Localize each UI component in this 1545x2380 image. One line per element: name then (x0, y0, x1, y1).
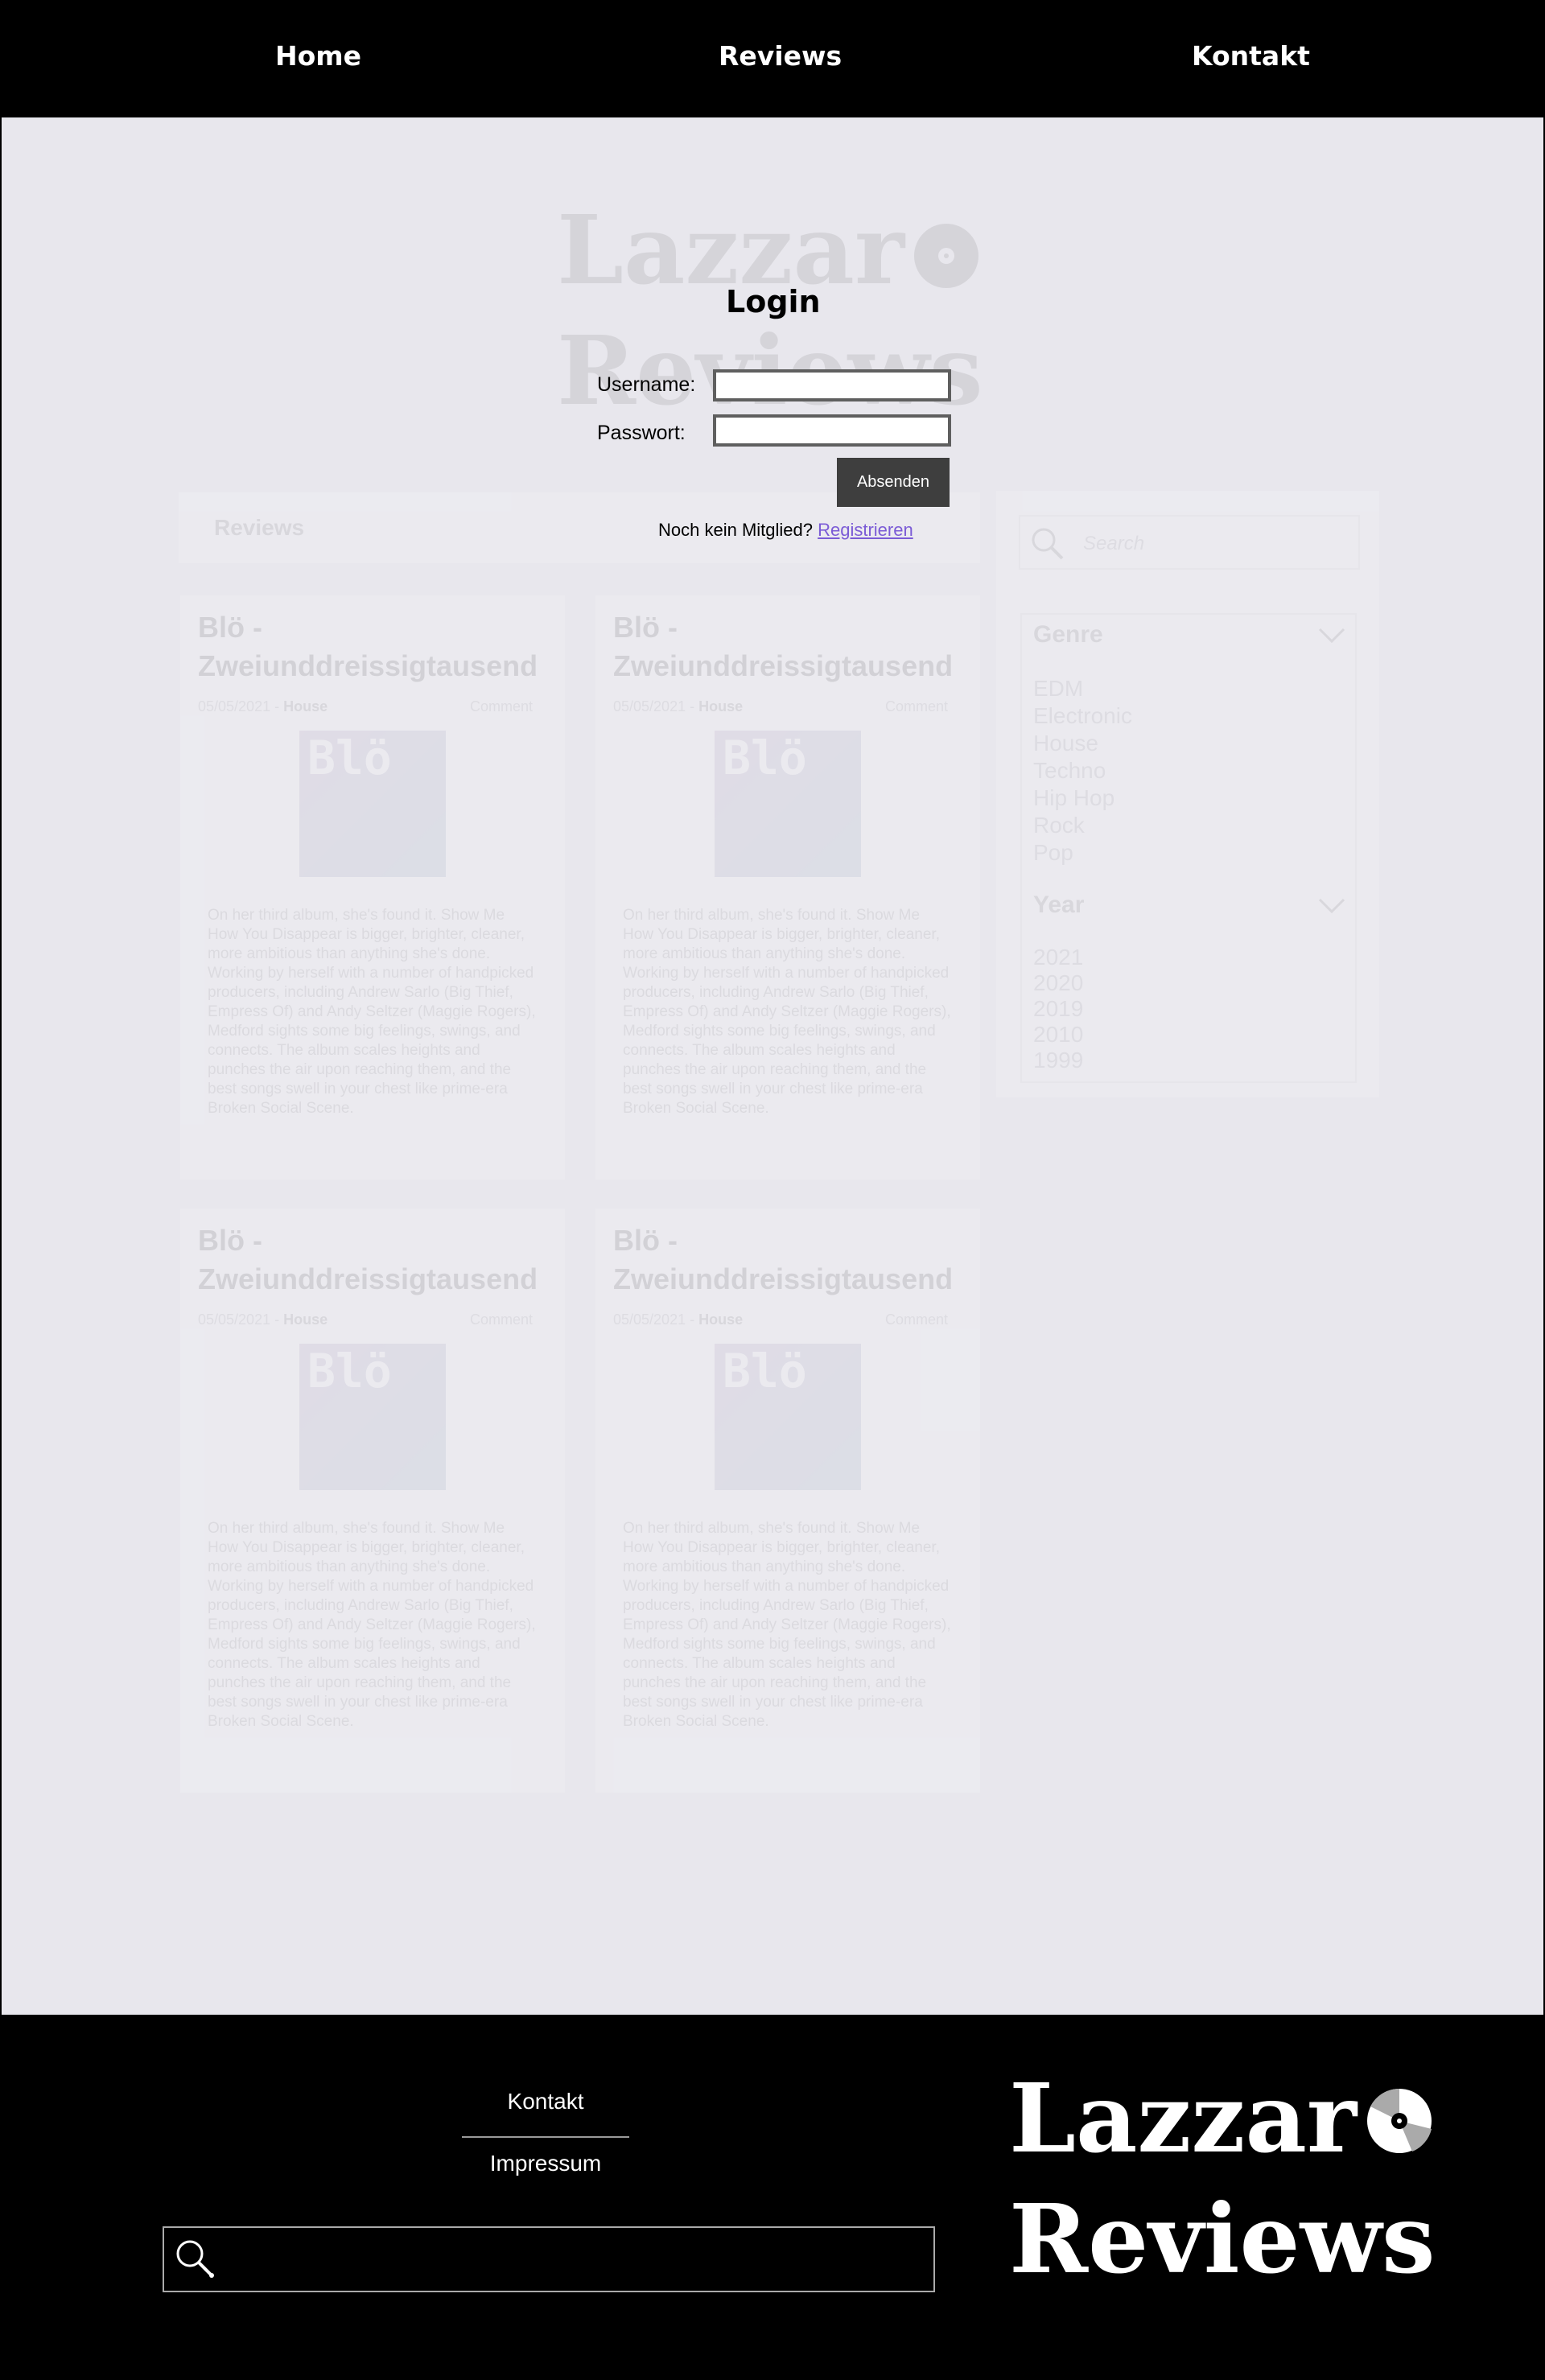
review-card-meta: 05/05/2021 - House (613, 698, 744, 714)
footer-logo-line1: Lazzar (1009, 2062, 1358, 2174)
review-card[interactable]: Blö - Zweiunddreissigtausend 05/05/2021 … (180, 1209, 565, 1793)
filter-genre-item[interactable]: Techno (1033, 758, 1106, 784)
review-card-text: On her third album, she's found it. Show… (208, 907, 536, 1117)
review-card-comments[interactable]: Comment (885, 1311, 948, 1328)
filter-year-item[interactable]: 1999 (1033, 1048, 1083, 1073)
username-input[interactable] (713, 369, 951, 401)
album-cover-image: Blö (715, 731, 861, 877)
filter-year-item[interactable]: 2021 (1033, 945, 1083, 970)
filter-year-item[interactable]: 2010 (1033, 1022, 1083, 1048)
chevron-down-icon[interactable] (1318, 628, 1345, 644)
review-card-comments[interactable]: Comment (470, 698, 533, 715)
nav-home-link[interactable]: Home (275, 40, 361, 72)
filter-genre-item[interactable]: Pop (1033, 840, 1073, 866)
search-icon (176, 2240, 214, 2278)
register-prompt: Noch kein Mitglied? Registrieren (658, 520, 913, 541)
sidebar-search-input[interactable]: Search (1019, 515, 1360, 570)
main-area: Lazzar Reviews Reviews Search (2, 117, 1543, 2015)
password-label: Passwort: (597, 422, 686, 444)
vinyl-record-icon (1367, 2088, 1432, 2153)
filter-genre-item[interactable]: EDM (1033, 676, 1083, 702)
album-cover-image: Blö (299, 731, 446, 877)
review-card[interactable]: Blö - Zweiunddreissigtausend 05/05/2021 … (595, 595, 980, 1180)
login-title: Login (726, 284, 821, 319)
search-icon (1032, 528, 1064, 560)
review-card-date: 05/05/2021 (613, 1311, 686, 1328)
submit-button[interactable]: Absenden (837, 458, 950, 507)
sidebar-search-placeholder: Search (1083, 533, 1145, 554)
review-card-meta: 05/05/2021 - House (613, 1311, 744, 1328)
nav-kontakt-link[interactable]: Kontakt (1192, 40, 1310, 72)
filter-box: Genre EDM Electronic House Techno Hip Ho… (1020, 613, 1357, 1083)
vinyl-record-icon (914, 224, 978, 288)
filter-genre-item[interactable]: Hip Hop (1033, 785, 1114, 811)
chevron-down-icon[interactable] (1318, 898, 1345, 914)
review-card-genre: House (283, 1311, 328, 1328)
top-navbar: Home Reviews Kontakt (0, 0, 1545, 117)
review-card-comments[interactable]: Comment (470, 1311, 533, 1328)
review-card-date: 05/05/2021 (198, 698, 271, 714)
footer-impressum-link[interactable]: Impressum (462, 2151, 629, 2176)
review-card-genre: House (283, 698, 328, 714)
reviews-heading: Reviews (214, 515, 305, 540)
review-card-text: On her third album, she's found it. Show… (623, 907, 951, 1117)
review-card-genre: House (698, 1311, 744, 1328)
review-card-text: On her third album, she's found it. Show… (208, 1520, 536, 1730)
password-input[interactable] (713, 414, 951, 447)
register-link[interactable]: Registrieren (818, 520, 913, 540)
filter-year-item[interactable]: 2019 (1033, 996, 1083, 1022)
username-label: Username: (597, 373, 696, 396)
footer-search-input[interactable] (163, 2226, 935, 2292)
album-cover-text: Blö (307, 1344, 392, 1398)
faded-background-content: Lazzar Reviews Reviews Search (2, 117, 1543, 2015)
nav-reviews-link[interactable]: Reviews (719, 40, 842, 72)
filter-panel: Genre EDM Electronic House Techno Hip Ho… (996, 592, 1379, 1097)
review-card-genre: House (698, 698, 744, 714)
footer-logo-line2: Reviews (1009, 2183, 1436, 2295)
footer-kontakt-link[interactable]: Kontakt (462, 2089, 629, 2114)
review-card-title[interactable]: Blö - Zweiunddreissigtausend (613, 608, 967, 686)
filter-year-title[interactable]: Year (1033, 891, 1084, 919)
album-cover-text: Blö (723, 1344, 807, 1398)
footer-divider (462, 2136, 629, 2138)
filter-genre-item[interactable]: Electronic (1033, 703, 1132, 729)
album-cover-image: Blö (715, 1344, 861, 1490)
filter-genre-item[interactable]: House (1033, 731, 1098, 756)
review-card[interactable]: Blö - Zweiunddreissigtausend 05/05/2021 … (595, 1209, 980, 1793)
filter-genre-title[interactable]: Genre (1033, 621, 1103, 649)
review-card-meta: 05/05/2021 - House (198, 698, 328, 714)
review-card[interactable]: Blö - Zweiunddreissigtausend 05/05/2021 … (180, 595, 565, 1180)
register-prompt-text: Noch kein Mitglied? (658, 520, 813, 540)
review-card-title[interactable]: Blö - Zweiunddreissigtausend (613, 1221, 967, 1299)
album-cover-text: Blö (307, 731, 392, 785)
filter-year-item[interactable]: 2020 (1033, 970, 1083, 996)
album-cover-image: Blö (299, 1344, 446, 1490)
filter-genre-item[interactable]: Rock (1033, 813, 1085, 838)
review-card-title[interactable]: Blö - Zweiunddreissigtausend (198, 1221, 552, 1299)
review-card-title[interactable]: Blö - Zweiunddreissigtausend (198, 608, 552, 686)
album-cover-text: Blö (723, 731, 807, 785)
review-card-date: 05/05/2021 (198, 1311, 271, 1328)
review-card-comments[interactable]: Comment (885, 698, 948, 715)
review-card-meta: 05/05/2021 - House (198, 1311, 328, 1328)
review-card-text: On her third album, she's found it. Show… (623, 1520, 951, 1730)
review-card-date: 05/05/2021 (613, 698, 686, 714)
